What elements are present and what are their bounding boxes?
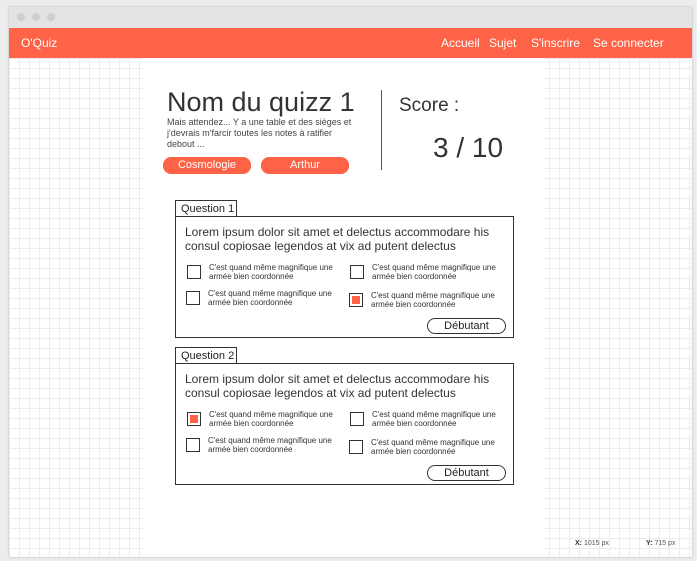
window-minimize-dot[interactable] (32, 13, 40, 21)
option-label: C'est quand même magnifique une armée bi… (208, 289, 332, 307)
option-label: C'est quand même magnifique une armée bi… (209, 410, 333, 428)
top-navbar: O'Quiz Accueil Sujet S'inscrire Se conne… (9, 28, 692, 58)
x-value: 1015 px (583, 540, 609, 547)
question-2-tab: Question 2 (175, 347, 237, 363)
option-label: C'est quand même magnifique une armée bi… (372, 410, 496, 428)
x-label: X: (575, 540, 582, 547)
difficulty-button[interactable]: Débutant (427, 318, 506, 334)
checkbox[interactable] (187, 265, 201, 279)
nav-link-se-connecter[interactable]: Se connecter (593, 36, 664, 50)
nav-link-sujet[interactable]: Sujet (489, 36, 516, 50)
quiz-title: Nom du quizz 1 (167, 87, 355, 117)
option-label: C'est quand même magnifique une armée bi… (372, 263, 496, 281)
checkbox-checked[interactable] (187, 412, 201, 426)
window-maximize-dot[interactable] (47, 13, 55, 21)
tag-cosmologie[interactable]: Cosmologie (163, 157, 251, 174)
checkbox[interactable] (350, 412, 364, 426)
question-2-text: Lorem ipsum dolor sit amet et delectus a… (185, 372, 490, 400)
score-label: Score : (399, 95, 460, 116)
nav-link-accueil[interactable]: Accueil (441, 36, 480, 50)
checkbox-checked[interactable] (349, 293, 363, 307)
score-value: 3 / 10 (433, 132, 504, 163)
window-close-dot[interactable] (17, 13, 25, 21)
brand-logo[interactable]: O'Quiz (21, 36, 57, 50)
option-label: C'est quand même magnifique une armée bi… (209, 263, 333, 281)
tag-arthur[interactable]: Arthur (261, 157, 349, 174)
header-divider (381, 90, 382, 170)
checkbox[interactable] (186, 438, 200, 452)
y-label: Y: (646, 540, 653, 547)
checkbox[interactable] (350, 265, 364, 279)
option-label: C'est quand même magnifique une armée bi… (371, 291, 495, 309)
checkbox[interactable] (186, 291, 200, 305)
question-1-tab: Question 1 (175, 200, 237, 216)
cursor-x-readout: X: 1015 px (575, 540, 609, 547)
option-label: C'est quand même magnifique une armée bi… (371, 438, 495, 456)
y-value: 715 px (654, 540, 676, 547)
quiz-description: Mais attendez... Y a une table et des si… (167, 117, 352, 149)
nav-link-sinscrire[interactable]: S'inscrire (531, 36, 580, 50)
question-1-card: Lorem ipsum dolor sit amet et delectus a… (175, 216, 514, 338)
checkbox[interactable] (349, 440, 363, 454)
question-2-card: Lorem ipsum dolor sit amet et delectus a… (175, 363, 514, 485)
cursor-y-readout: Y: 715 px (646, 540, 675, 547)
browser-window: O'Quiz Accueil Sujet S'inscrire Se conne… (9, 7, 692, 557)
window-titlebar (9, 7, 692, 28)
difficulty-button[interactable]: Débutant (427, 465, 506, 481)
question-1-text: Lorem ipsum dolor sit amet et delectus a… (185, 225, 490, 253)
option-label: C'est quand même magnifique une armée bi… (208, 436, 332, 454)
